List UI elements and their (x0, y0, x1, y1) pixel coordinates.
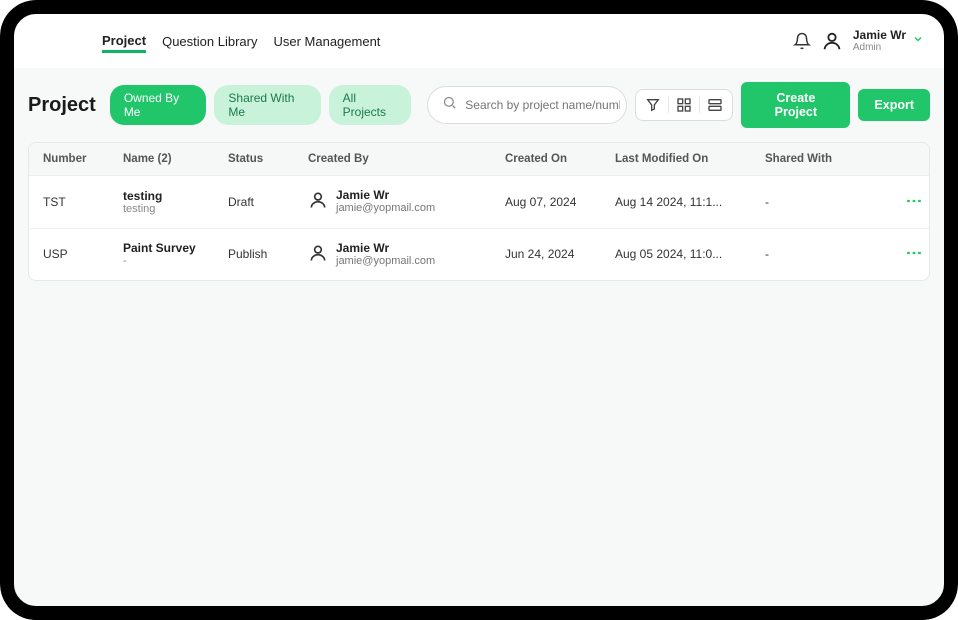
topbar-right: Jamie Wr Admin (793, 29, 924, 53)
header-status: Status (228, 153, 308, 165)
cell-created-by: Jamie Wr jamie@yopmail.com (308, 241, 505, 269)
cell-status: Draft (228, 195, 308, 209)
user-avatar-icon (821, 30, 843, 52)
user-name: Jamie Wr (853, 29, 906, 42)
search-box[interactable] (427, 86, 627, 124)
cell-shared-with: - (765, 247, 885, 261)
view-tools (635, 89, 733, 121)
cell-status: Publish (228, 247, 308, 261)
header-last-modified: Last Modified On (615, 153, 765, 165)
table-row[interactable]: USP Paint Survey - Publish Jamie Wr jami… (29, 229, 929, 281)
cell-number: USP (43, 247, 123, 261)
filter-all-projects[interactable]: All Projects (329, 85, 412, 125)
person-icon (308, 190, 328, 213)
page-title: Project (28, 94, 96, 117)
table-header: Number Name (2) Status Created By Create… (29, 143, 929, 176)
bell-icon[interactable] (793, 32, 811, 50)
filter-owned-by-me[interactable]: Owned By Me (110, 85, 207, 125)
chevron-down-icon (912, 32, 924, 50)
list-view-icon[interactable] (706, 96, 724, 114)
user-menu[interactable]: Jamie Wr Admin (853, 29, 924, 53)
grid-view-icon[interactable] (675, 96, 693, 114)
cell-name: testing testing (123, 189, 228, 215)
user-role: Admin (853, 42, 906, 53)
row-menu-icon[interactable]: ⋮ (910, 193, 915, 208)
filter-shared-with-me[interactable]: Shared With Me (214, 85, 320, 125)
content-area: Project Owned By Me Shared With Me All P… (14, 68, 944, 606)
header-number: Number (43, 153, 123, 165)
cell-created-on: Aug 07, 2024 (505, 195, 615, 209)
table-row[interactable]: TST testing testing Draft Jamie Wr jamie… (29, 176, 929, 229)
toolbar: Project Owned By Me Shared With Me All P… (28, 82, 930, 128)
topbar: Project Question Library User Management… (14, 14, 944, 68)
nav-user-management[interactable]: User Management (273, 30, 380, 53)
search-icon (442, 95, 457, 115)
export-button[interactable]: Export (858, 89, 930, 121)
cell-created-on: Jun 24, 2024 (505, 247, 615, 261)
header-name: Name (2) (123, 153, 228, 165)
cell-created-by: Jamie Wr jamie@yopmail.com (308, 188, 505, 216)
search-input[interactable] (465, 98, 620, 112)
row-menu-icon[interactable]: ⋮ (910, 245, 915, 260)
cell-shared-with: - (765, 195, 885, 209)
header-created-on: Created On (505, 153, 615, 165)
header-shared-with: Shared With (765, 153, 885, 165)
nav-question-library[interactable]: Question Library (162, 30, 257, 53)
create-project-button[interactable]: Create Project (741, 82, 850, 128)
cell-last-modified: Aug 05 2024, 11:0... (615, 247, 765, 261)
cell-name: Paint Survey - (123, 241, 228, 267)
filter-icon[interactable] (644, 96, 662, 114)
projects-table: Number Name (2) Status Created By Create… (28, 142, 930, 281)
person-icon (308, 243, 328, 266)
cell-last-modified: Aug 14 2024, 11:1... (615, 195, 765, 209)
nav-project[interactable]: Project (102, 29, 146, 53)
nav-links: Project Question Library User Management (102, 29, 380, 53)
header-created-by: Created By (308, 153, 505, 165)
cell-number: TST (43, 195, 123, 209)
